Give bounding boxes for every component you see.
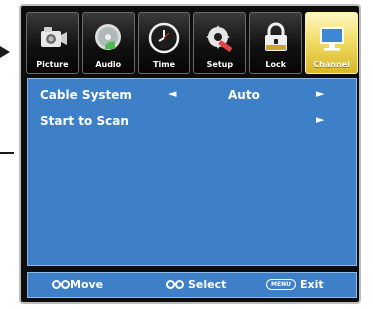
tab-lock[interactable]: Lock	[249, 12, 303, 74]
setup-gear-icon	[205, 25, 232, 52]
channel-settings-panel: Cable System ◄ Auto ► Start to Scan ►	[27, 78, 357, 266]
channel-monitor-icon	[319, 27, 344, 51]
menu-tabs: Picture Audio Time Setup Lock Channel	[26, 12, 358, 74]
menu-item-start-scan[interactable]: Start to Scan ►	[28, 111, 356, 131]
tab-label: Time	[153, 60, 176, 69]
tab-label: Lock	[265, 60, 287, 69]
help-select: Select	[166, 278, 226, 291]
move-keys-icon	[61, 280, 70, 289]
tab-audio[interactable]: Audio	[81, 12, 135, 74]
osd-menu: Picture Audio Time Setup Lock Channel Ca…	[19, 4, 361, 304]
tab-label: Setup	[206, 60, 234, 69]
clock-icon	[148, 22, 180, 54]
lock-icon	[264, 22, 287, 51]
tab-channel[interactable]: Channel	[305, 12, 358, 74]
select-keys-icon	[166, 280, 175, 289]
menu-item-cable-system[interactable]: Cable System ◄ Auto ►	[28, 85, 356, 105]
tab-label: Picture	[36, 60, 69, 69]
menu-key-icon: MENU	[266, 279, 296, 290]
help-move: Move	[52, 278, 103, 291]
tab-time[interactable]: Time	[137, 12, 191, 74]
help-exit-label: Exit	[299, 278, 324, 291]
tab-label: Audio	[95, 60, 122, 69]
help-exit: MENU Exit	[266, 278, 324, 291]
right-arrow-icon[interactable]: ►	[316, 113, 324, 126]
help-select-label: Select	[188, 278, 227, 291]
help-move-label: Move	[70, 278, 104, 291]
left-arrow-icon[interactable]: ◄	[168, 87, 176, 100]
camera-icon	[41, 27, 68, 47]
select-keys-icon	[175, 280, 184, 289]
right-arrow-icon[interactable]: ►	[316, 87, 324, 100]
tab-picture[interactable]: Picture	[26, 12, 79, 74]
menu-item-label: Cable System	[40, 88, 132, 102]
help-bar: Move Select MENU Exit	[27, 272, 357, 298]
tab-label: Channel	[313, 60, 350, 69]
move-keys-icon	[52, 280, 61, 289]
callout-line	[0, 152, 14, 154]
tab-setup[interactable]: Setup	[193, 12, 247, 74]
menu-item-label: Start to Scan	[40, 114, 129, 128]
callout-arrow	[0, 46, 10, 58]
cable-system-value: Auto	[228, 88, 260, 102]
audio-disc-icon	[95, 24, 122, 50]
